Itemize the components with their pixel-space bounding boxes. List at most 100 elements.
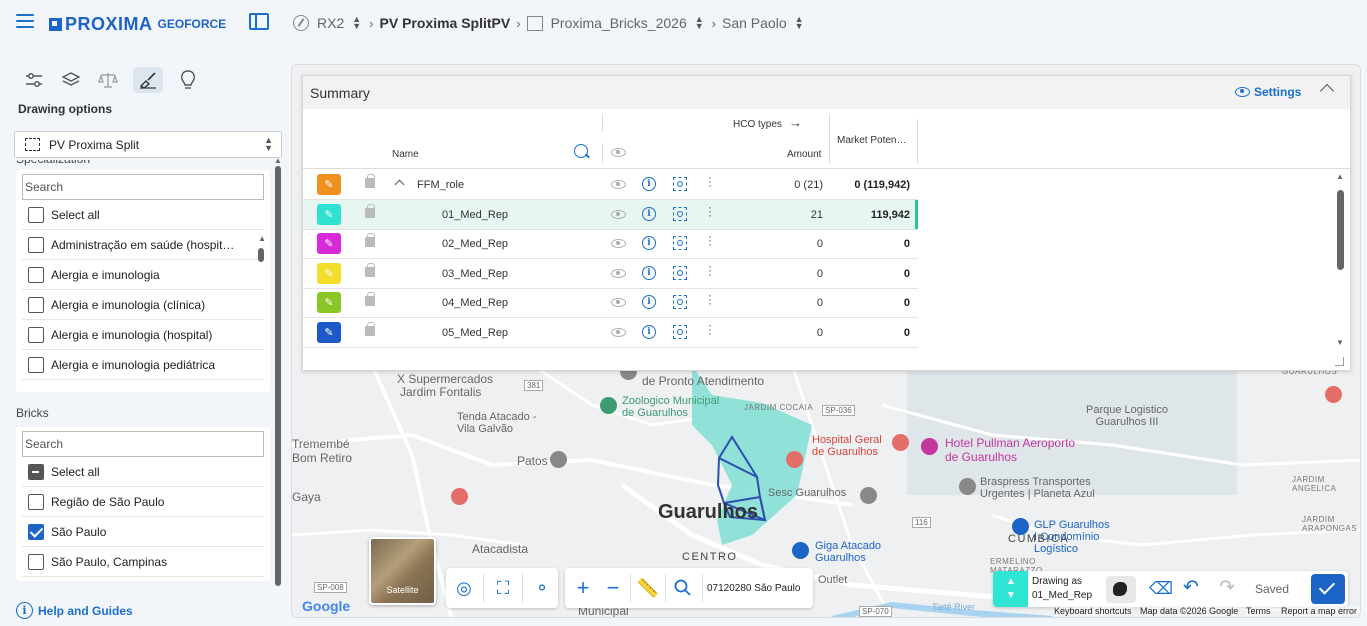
eye-icon[interactable] [611, 268, 626, 278]
sliders-icon[interactable] [22, 68, 46, 92]
chevron-updown-icon[interactable]: ▲ ▼ [695, 15, 704, 31]
more-options-icon[interactable]: · · · [708, 171, 712, 191]
scroll-up-icon[interactable]: ▲ [1336, 172, 1344, 181]
zoom-to-icon[interactable] [673, 236, 687, 251]
bricks-search-input[interactable]: Search [22, 431, 264, 457]
checkbox[interactable] [28, 236, 44, 253]
shop-pin-icon[interactable] [550, 451, 567, 468]
checkbox-row[interactable]: Alergia e imunologia (hospital) [22, 320, 264, 350]
zoom-to-icon[interactable] [673, 325, 687, 339]
transport-pin-icon[interactable] [959, 478, 976, 495]
undo-icon[interactable]: ↶ [1183, 576, 1199, 599]
lock-icon[interactable] [365, 203, 375, 218]
scroll-down-icon[interactable]: ▼ [273, 384, 281, 393]
resize-handle-icon[interactable] [1335, 357, 1344, 366]
checkbox[interactable] [28, 296, 44, 313]
summary-scrollbar-thumb[interactable] [1337, 190, 1344, 270]
pencil-icon[interactable]: ✎ [317, 233, 341, 255]
info-icon[interactable]: i [642, 295, 656, 310]
eye-icon[interactable] [611, 239, 626, 249]
pencil-icon[interactable]: ✎ [317, 174, 341, 195]
lasso-button[interactable] [1106, 576, 1136, 603]
pencil-icon[interactable]: ✎ [317, 322, 341, 343]
checkbox[interactable] [28, 266, 44, 283]
zoo-pin-icon[interactable] [600, 397, 617, 414]
store-pin-icon[interactable] [792, 542, 809, 559]
more-options-icon[interactable]: · · · [708, 201, 712, 221]
drawing-select[interactable]: PV Proxima Split ▲ ▼ [14, 131, 282, 158]
checkbox[interactable] [28, 326, 44, 343]
terms-link[interactable]: Terms [1246, 606, 1271, 616]
info-icon[interactable]: i [642, 206, 656, 221]
checkbox[interactable] [28, 206, 44, 223]
lock-icon[interactable] [365, 322, 375, 336]
info-icon[interactable]: i [642, 265, 656, 280]
checkbox-row[interactable]: São Paulo [22, 517, 264, 547]
zoom-fit-icon[interactable]: ⛶ [488, 573, 518, 603]
more-options-icon[interactable]: · · · [708, 289, 712, 309]
summary-row[interactable]: ✎ FFM_role i · · · 0 (21) 0 (119,942) [303, 170, 918, 200]
search-map-icon[interactable] [668, 573, 698, 603]
checkbox-row[interactable]: Alergia e imunologia (clínica) [22, 290, 264, 320]
breadcrumb-project[interactable]: RX2 [317, 15, 344, 31]
more-options-icon[interactable]: · · · [708, 319, 712, 339]
sesc-pin-icon[interactable] [860, 487, 877, 504]
info-icon[interactable]: i [642, 236, 656, 251]
checkbox-row[interactable]: Administração em saúde (hospit… [22, 230, 264, 260]
ruler-icon[interactable]: 📏 [633, 573, 663, 603]
chevron-updown-icon[interactable]: ▲ ▼ [352, 15, 361, 31]
satellite-toggle[interactable]: Satellite [369, 537, 436, 605]
map-search-value[interactable]: 07120280 São Paulo [707, 583, 800, 594]
checkbox[interactable] [28, 523, 44, 540]
chevron-up-icon[interactable] [394, 179, 405, 190]
eye-icon[interactable] [611, 148, 626, 157]
collapse-chevron-icon[interactable] [1319, 83, 1335, 99]
hospital-pin-icon[interactable] [786, 451, 803, 468]
balance-icon[interactable] [96, 68, 120, 92]
checkbox-row[interactable]: Select all [22, 457, 264, 487]
glp-pin-icon[interactable] [1012, 518, 1029, 535]
eye-icon[interactable] [611, 298, 626, 308]
info-icon[interactable]: i [642, 177, 656, 191]
zoom-to-icon[interactable] [673, 295, 687, 310]
hotel-pin-icon[interactable] [921, 438, 938, 455]
lock-icon[interactable] [365, 174, 375, 188]
keyboard-shortcuts-link[interactable]: Keyboard shortcuts [1054, 606, 1132, 616]
more-options-icon[interactable]: · · · [708, 260, 712, 280]
summary-row[interactable]: ✎ 02_Med_Rep i · · · 0 0 [303, 229, 918, 260]
brush-icon[interactable] [133, 67, 163, 93]
eraser-icon[interactable]: ⌫ [1149, 579, 1173, 599]
pencil-icon[interactable]: ✎ [317, 292, 341, 314]
report-error-link[interactable]: Report a map error [1281, 606, 1358, 616]
redo-icon[interactable]: ↷ [1219, 576, 1235, 599]
zoom-out-icon[interactable]: − [598, 573, 628, 603]
more-options-icon[interactable]: · · · [708, 230, 712, 250]
breadcrumb-split[interactable]: PV Proxima SplitPV [380, 15, 511, 31]
drawing-as-switch[interactable]: ▲ ▼ [993, 571, 1028, 607]
checkbox-row[interactable]: Select all [22, 200, 264, 230]
breadcrumb-bricks[interactable]: Proxima_Bricks_2026 [551, 15, 687, 31]
checkbox[interactable] [28, 356, 44, 373]
pencil-icon[interactable]: ✎ [317, 262, 341, 284]
summary-row[interactable]: ✎ 03_Med_Rep i · · · 0 0 [303, 259, 918, 289]
specialization-search-input[interactable]: Search [22, 174, 264, 200]
locate-icon[interactable]: ◎ [449, 573, 479, 603]
scroll-up-icon[interactable]: ▲ [274, 156, 282, 165]
eye-icon[interactable] [611, 209, 626, 219]
pencil-icon[interactable]: ✎ [317, 203, 341, 225]
layers-icon[interactable] [59, 68, 83, 92]
zoom-to-icon[interactable] [673, 177, 687, 191]
lock-icon[interactable] [365, 233, 375, 248]
checkbox-row[interactable]: Alergia e imunologia pediátrica [22, 350, 264, 380]
arrow-right-icon[interactable]: → [789, 115, 802, 130]
checkbox[interactable] [28, 463, 44, 480]
menu-icon[interactable] [16, 14, 34, 30]
summary-row[interactable]: ✎ 04_Med_Rep i · · · 0 0 [303, 288, 918, 319]
checkbox[interactable] [28, 553, 44, 570]
checkbox-row[interactable]: São Paulo, Campinas [22, 547, 264, 577]
sidebar-scrollbar-thumb[interactable] [275, 166, 281, 586]
search-icon[interactable] [574, 144, 590, 159]
zoom-in-icon[interactable]: + [568, 573, 598, 603]
panel-toggle-icon[interactable] [249, 13, 269, 30]
chevron-updown-icon[interactable]: ▲ ▼ [795, 15, 804, 31]
